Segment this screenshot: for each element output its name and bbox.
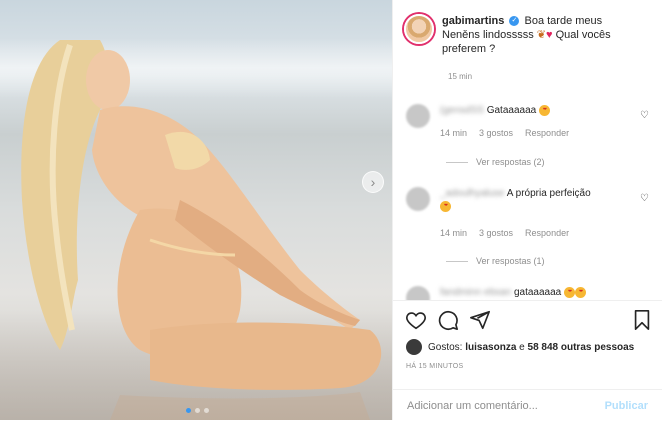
view-replies-1[interactable]: Ver respostas (2) <box>446 157 545 167</box>
comment-1: (gensdSS Gataaaaaa 14 min 3 gostos Respo… <box>406 104 649 140</box>
heart-eyes-emoji <box>575 286 587 298</box>
carousel-dot-active <box>186 408 191 413</box>
heart-eyes-emoji <box>440 200 451 212</box>
reply-button[interactable]: Responder <box>525 127 569 140</box>
view-replies-label: Ver respostas (2) <box>476 157 545 167</box>
caption-line-2: Neněns lindosssss <box>442 29 534 41</box>
liker-avatar[interactable] <box>406 339 422 355</box>
caption-line-1: Boa tarde meus <box>524 15 603 27</box>
action-icons <box>405 309 653 331</box>
comment-2: _adoulhyaluse A própria perfeição 14 min… <box>406 187 649 240</box>
share-icon[interactable] <box>469 309 491 331</box>
publish-button[interactable]: Publicar <box>605 400 648 412</box>
comment-input[interactable] <box>407 399 587 412</box>
post-timestamp[interactable]: HÁ 15 MINUTOS <box>406 363 463 370</box>
author-username[interactable]: gabimartins <box>442 15 504 27</box>
add-comment-bar: Publicar <box>393 389 662 421</box>
comment-username[interactable]: (gensdSS <box>440 105 484 116</box>
liker-username[interactable]: luisasonza <box>465 342 516 353</box>
replies-divider <box>446 260 468 262</box>
caption-text: gabimartins ✓ Boa tarde meus Neněns lind… <box>442 14 611 56</box>
comment-text: gataaaaaa <box>513 287 562 298</box>
likes-connector: e <box>519 341 525 353</box>
carousel-dots <box>186 408 209 413</box>
like-comment-heart-icon[interactable]: ♡ <box>640 110 652 122</box>
comment-time: 14 min <box>440 128 468 138</box>
comment-username[interactable]: _adoulhyaluse <box>440 188 505 199</box>
heart-emoji: ♥ <box>546 29 553 41</box>
heart-eyes-emoji <box>564 286 576 298</box>
post-caption: gabimartins ✓ Boa tarde meus Neněns lind… <box>404 14 654 56</box>
comment-icon[interactable] <box>437 309 459 331</box>
view-replies-label: Ver respostas (1) <box>476 256 545 266</box>
like-comment-heart-icon[interactable]: ♡ <box>640 193 652 205</box>
heart-icon[interactable] <box>405 309 427 331</box>
comment-text: Gataaaaaa <box>486 105 537 116</box>
next-image-button[interactable]: › <box>362 171 384 193</box>
caption-time: 15 min <box>448 72 473 81</box>
comment-time: 14 min <box>440 228 468 238</box>
likes-count[interactable]: 58 848 outras pessoas <box>528 342 635 353</box>
comment-likes[interactable]: 3 gostos <box>479 227 513 240</box>
comment-avatar[interactable] <box>406 104 430 128</box>
post-actions: Gostos: luisasonza e 58 848 outras pesso… <box>393 300 662 420</box>
model-figure <box>21 40 382 420</box>
butterfly-emoji: ❦ <box>536 29 546 41</box>
comment-text: A própria perfeição <box>506 188 591 199</box>
carousel-dot <box>195 408 200 413</box>
reply-button[interactable]: Responder <box>525 227 569 240</box>
view-replies-2[interactable]: Ver respostas (1) <box>446 256 545 266</box>
chevron-right-icon: › <box>370 174 376 190</box>
carousel-dot <box>204 408 209 413</box>
comment-avatar[interactable] <box>406 187 430 211</box>
heart-eyes-emoji <box>538 104 550 116</box>
bookmark-icon[interactable] <box>631 309 653 331</box>
likes-summary: Gostos: luisasonza e 58 848 outras pesso… <box>406 339 634 355</box>
comment-likes[interactable]: 3 gostos <box>479 127 513 140</box>
replies-divider <box>446 161 468 163</box>
caption-line-3: Qual vocês <box>555 29 611 41</box>
author-avatar[interactable] <box>404 14 434 44</box>
caption-line-4: preferem ? <box>442 43 496 55</box>
verified-icon: ✓ <box>509 16 520 27</box>
post-photo[interactable]: › <box>0 0 392 420</box>
comment-username[interactable]: fandminn ebsan <box>440 287 511 298</box>
likes-prefix: Gostos: <box>428 341 463 353</box>
